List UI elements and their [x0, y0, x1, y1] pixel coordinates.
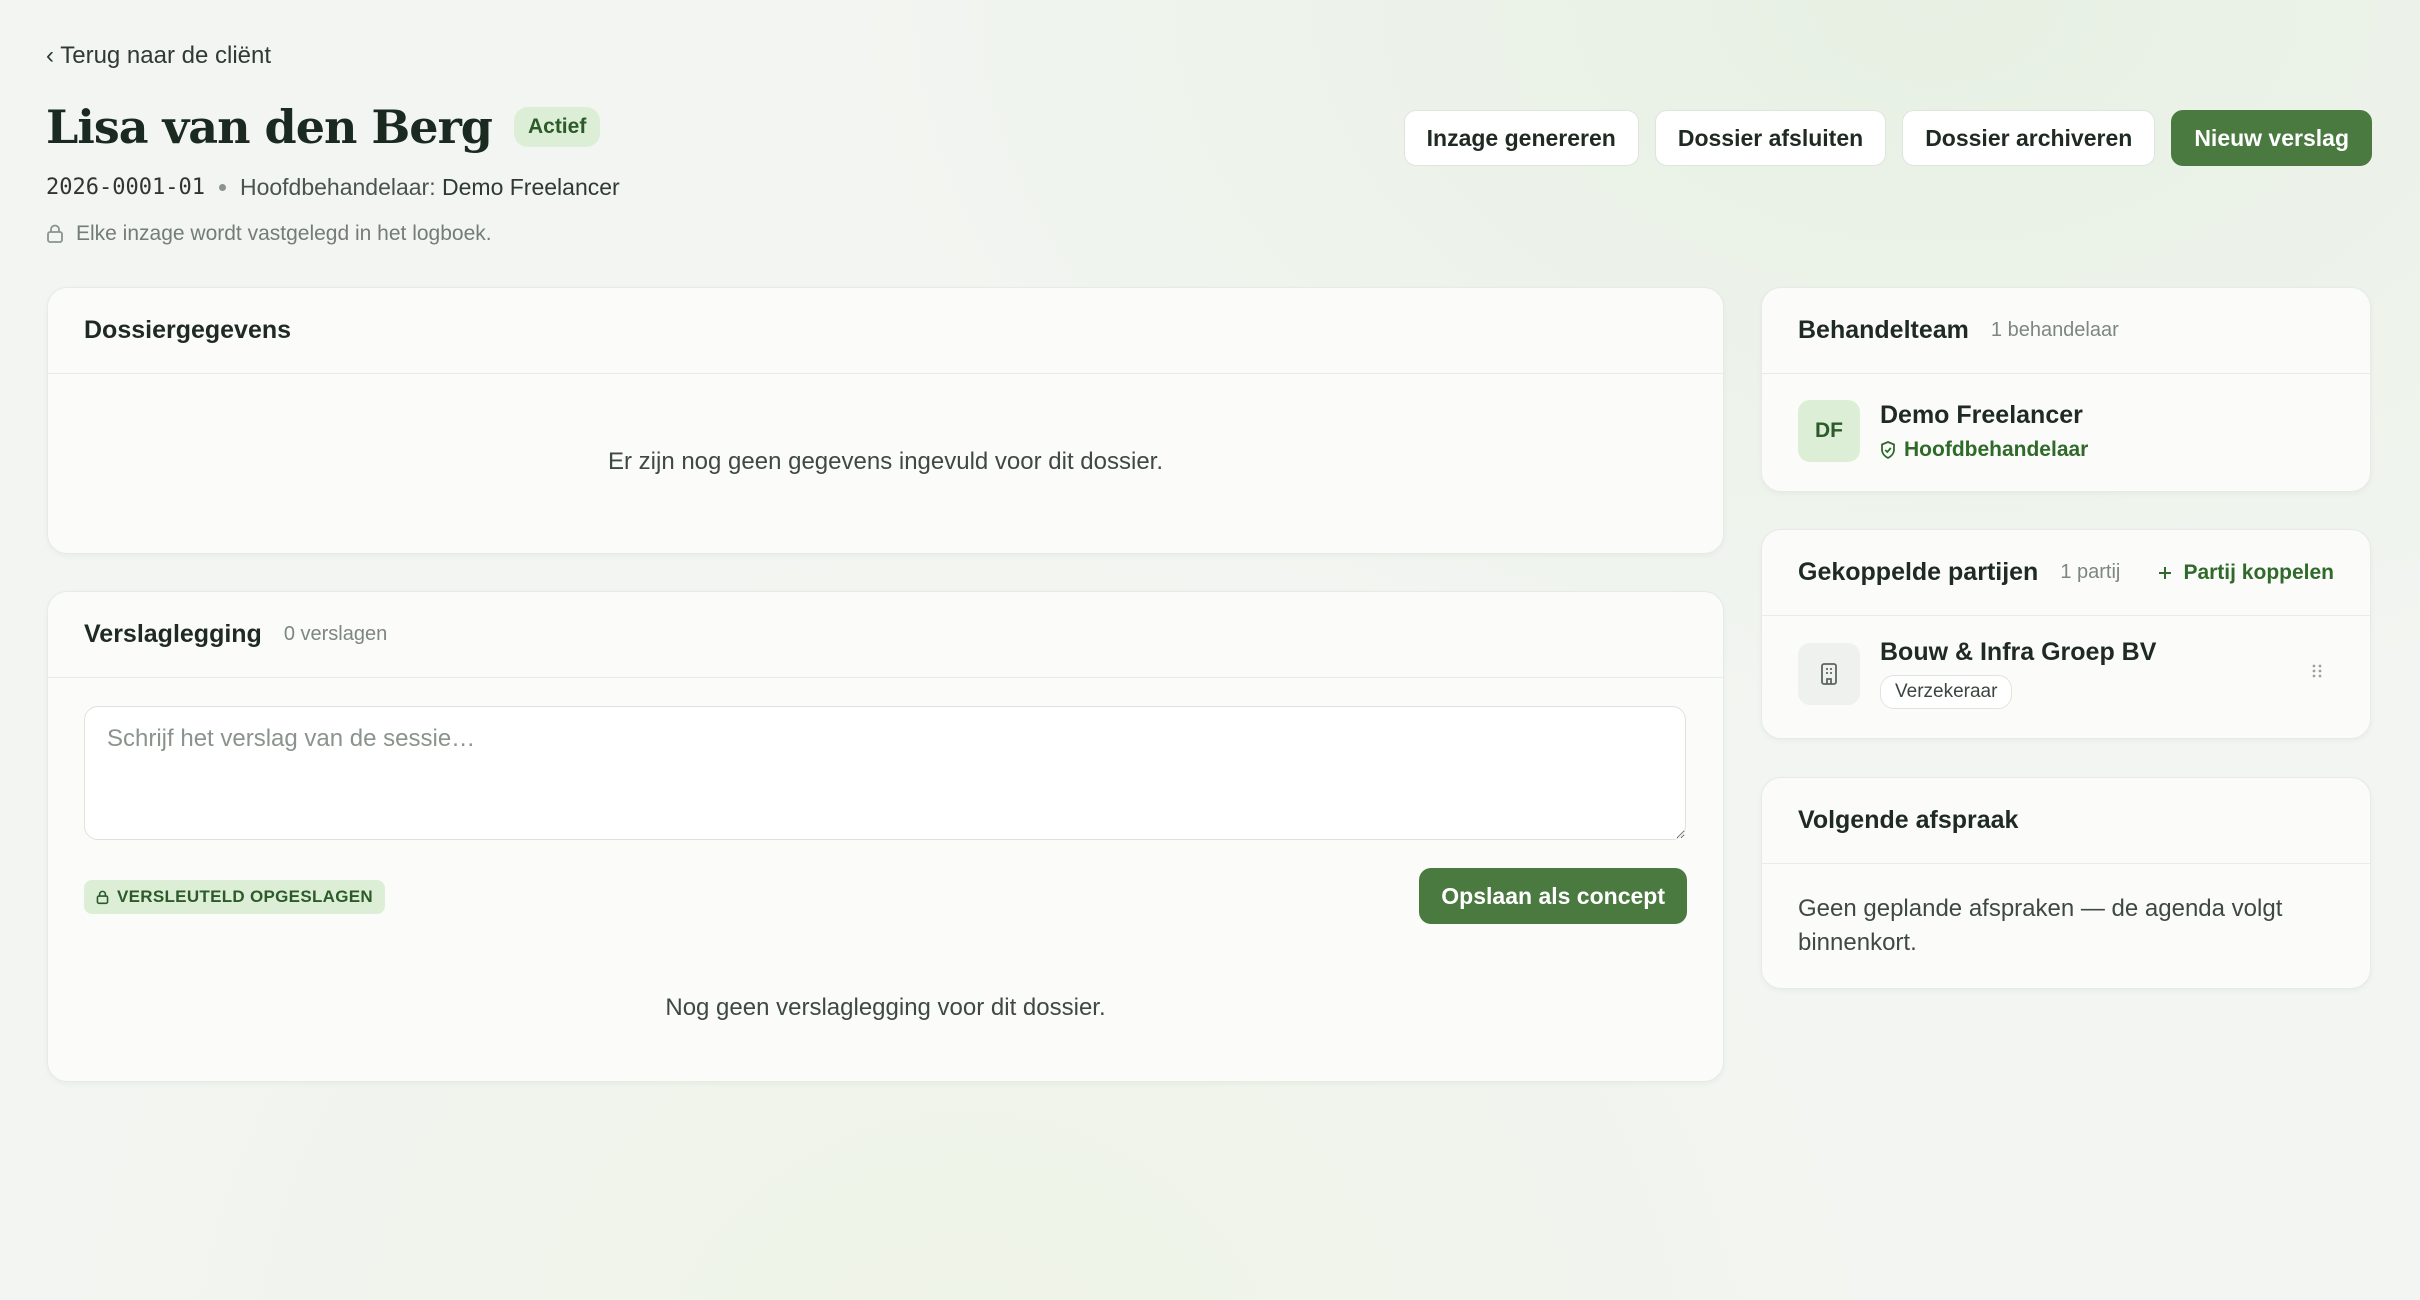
page-title: Lisa van den Berg	[46, 100, 493, 154]
party-item[interactable]: Bouw & Infra Groep BV Verzekeraar	[1762, 616, 2370, 709]
save-draft-button[interactable]: Opslaan als concept	[1419, 868, 1687, 924]
drag-handle-icon[interactable]	[2310, 662, 2324, 685]
link-party-button[interactable]: Partij koppelen	[2157, 561, 2334, 585]
separator-dot	[218, 184, 226, 191]
party-name: Bouw & Infra Groep BV	[1880, 638, 2157, 666]
dossier-meta: 2026-0001-01 Hoofdbehandelaar: Demo Free…	[46, 174, 620, 201]
avatar: DF	[1798, 400, 1860, 462]
empty-state: Nog geen verslaglegging voor dit dossier…	[665, 994, 1106, 1021]
card-title: Dossiergegevens	[84, 316, 292, 344]
reports-card: Verslaglegging 0 verslagen VERSLEUTELD O…	[47, 591, 1724, 1082]
role-label: Hoofdbehandelaar	[1904, 437, 2089, 461]
card-header: Dossiergegevens	[48, 288, 1723, 374]
lock-icon	[96, 890, 109, 904]
shield-check-icon	[1881, 440, 1895, 459]
card-title: Verslaglegging	[84, 620, 262, 648]
dossier-details-card: Dossiergegevens Er zijn nog geen gegeven…	[47, 287, 1724, 554]
empty-state: Er zijn nog geen gegevens ingevuld voor …	[607, 448, 1164, 475]
linked-parties-card: Gekoppelde partijen 1 partij Partij kopp…	[1761, 529, 2371, 739]
status-badge: Actief	[513, 107, 601, 147]
member-role: Hoofdbehandelaar	[1880, 438, 2088, 462]
dossier-code: 2026-0001-01	[46, 175, 205, 200]
empty-state: Geen geplande afspraken — de agenda volg…	[1798, 895, 2283, 956]
page-header: Lisa van den Berg Actief	[46, 100, 601, 154]
member-name: Demo Freelancer	[1880, 400, 2083, 429]
archive-dossier-button[interactable]: Dossier archiveren	[1902, 110, 2156, 166]
report-textarea[interactable]	[84, 706, 1686, 840]
next-appointment-card: Volgende afspraak Geen geplande afsprake…	[1761, 777, 2371, 989]
party-type-tag: Verzekeraar	[1880, 675, 2013, 709]
card-header: Volgende afspraak	[1762, 778, 2370, 864]
lead-name: Demo Freelancer	[442, 174, 620, 200]
encrypted-label: VERSLEUTELD OPGESLAGEN	[117, 887, 373, 906]
notice-text: Elke inzage wordt vastgelegd in het logb…	[76, 222, 492, 245]
new-report-button[interactable]: Nieuw verslag	[2171, 110, 2372, 166]
building-icon	[1798, 642, 1860, 705]
back-link[interactable]: ‹ Terug naar de cliënt	[46, 42, 271, 70]
card-header: Verslaglegging 0 verslagen	[48, 592, 1723, 678]
generate-access-button[interactable]: Inzage genereren	[1403, 110, 1639, 166]
card-title: Behandelteam	[1798, 316, 1969, 344]
card-header: Gekoppelde partijen 1 partij Partij kopp…	[1762, 530, 2370, 616]
link-party-label: Partij koppelen	[2183, 560, 2334, 584]
access-log-notice: Elke inzage wordt vastgelegd in het logb…	[46, 222, 492, 246]
lock-icon	[47, 224, 63, 243]
lead-label: Hoofdbehandelaar:	[239, 174, 436, 200]
header-actions: Inzage genereren Dossier afsluiten Dossi…	[1403, 110, 2372, 166]
team-count: 1 behandelaar	[1990, 319, 2119, 341]
close-dossier-button[interactable]: Dossier afsluiten	[1654, 110, 1887, 166]
team-member[interactable]: DF Demo Freelancer Hoofdbehandelaar	[1762, 374, 2370, 462]
team-card: Behandelteam 1 behandelaar DF Demo Freel…	[1761, 287, 2371, 492]
plus-icon	[2159, 566, 2172, 579]
report-count: 0 verslagen	[283, 623, 388, 645]
card-title: Volgende afspraak	[1798, 806, 2019, 834]
card-header: Behandelteam 1 behandelaar	[1762, 288, 2370, 374]
encrypted-badge: VERSLEUTELD OPGESLAGEN	[84, 880, 385, 914]
card-title: Gekoppelde partijen	[1798, 558, 2039, 586]
party-count: 1 partij	[2060, 561, 2121, 583]
